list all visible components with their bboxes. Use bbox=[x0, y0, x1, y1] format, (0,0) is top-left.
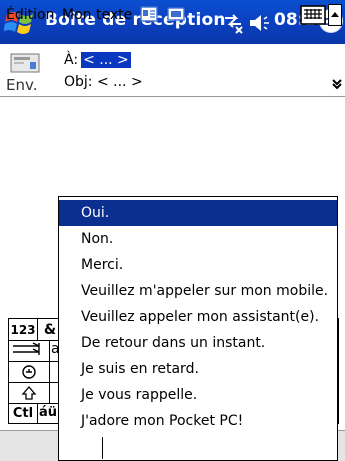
tab-key[interactable] bbox=[9, 340, 50, 361]
text-cursor bbox=[102, 437, 103, 459]
menu-edition[interactable]: Édition bbox=[6, 7, 54, 23]
menu-item-3[interactable]: Veuillez m'appeler sur mon mobile. bbox=[59, 278, 337, 304]
menu-item-1[interactable]: Non. bbox=[59, 226, 337, 252]
keyboard-row: Ctl áü bbox=[9, 403, 63, 424]
subject-label: Obj: bbox=[64, 74, 93, 90]
connectivity-icon[interactable] bbox=[222, 12, 244, 34]
double-chevron-down-icon[interactable] bbox=[331, 77, 343, 91]
subject-field[interactable]: Obj: < ... > bbox=[64, 74, 143, 90]
keyboard-icon[interactable] bbox=[300, 5, 326, 25]
caps-lock-icon bbox=[22, 364, 36, 379]
menu-item-8[interactable]: J'adore mon Pocket PC! bbox=[59, 408, 337, 434]
quick-text-menu[interactable]: Oui. Non. Merci. Veuillez m'appeler sur … bbox=[58, 196, 338, 461]
contact-card-icon[interactable] bbox=[140, 6, 158, 22]
menu-item-5[interactable]: De retour dans un instant. bbox=[59, 330, 337, 356]
send-mail-icon[interactable] bbox=[10, 53, 40, 73]
to-field[interactable]: À: < ... > bbox=[64, 52, 131, 68]
menu-item-0[interactable]: Oui. bbox=[59, 200, 337, 226]
to-label: À: bbox=[64, 52, 79, 68]
menu-item-2[interactable]: Merci. bbox=[59, 252, 337, 278]
subject-value[interactable]: < ... > bbox=[97, 74, 143, 90]
menu-item-6[interactable]: Je suis en retard. bbox=[59, 356, 337, 382]
shift-key[interactable] bbox=[9, 382, 50, 403]
soft-keyboard[interactable]: 123 & a Ctl áü bbox=[8, 318, 63, 424]
keyboard-row bbox=[9, 361, 63, 383]
keyboard-row: a bbox=[9, 340, 63, 362]
ctl-key[interactable]: Ctl bbox=[9, 403, 38, 424]
header-divider bbox=[0, 96, 345, 97]
keyboard-edge bbox=[338, 318, 345, 424]
menu-my-text[interactable]: Mon texte bbox=[62, 7, 132, 23]
keyboard-row bbox=[9, 382, 63, 404]
input-selector-arrow-icon[interactable] bbox=[328, 4, 342, 26]
key-accents[interactable]: áü bbox=[39, 405, 57, 420]
shift-arrow-icon bbox=[21, 385, 37, 400]
speaker-icon[interactable] bbox=[248, 13, 270, 33]
key-123[interactable]: 123 bbox=[9, 319, 38, 340]
send-button-label[interactable]: Env. bbox=[6, 76, 37, 94]
caps-key[interactable] bbox=[9, 361, 50, 382]
attachment-picture-icon[interactable] bbox=[167, 7, 185, 21]
menu-item-4[interactable]: Veuillez appeler mon assistant(e). bbox=[59, 304, 337, 330]
to-value[interactable]: < ... > bbox=[81, 52, 131, 68]
menu-item-7[interactable]: Je vous rappelle. bbox=[59, 382, 337, 408]
keyboard-row: 123 & bbox=[9, 319, 63, 341]
tab-arrow-icon bbox=[13, 342, 40, 355]
